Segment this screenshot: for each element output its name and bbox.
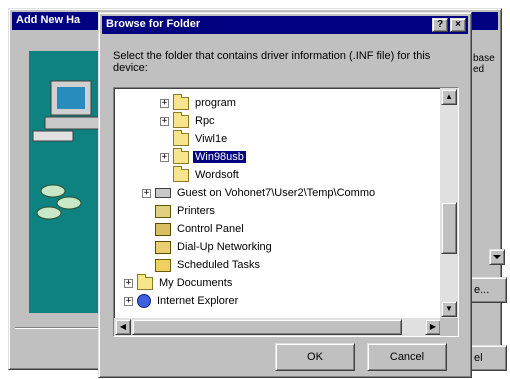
close-button[interactable]: × xyxy=(450,18,466,32)
folder-icon xyxy=(173,129,189,146)
horizontal-scrollbar[interactable]: ◀ ▶ xyxy=(114,318,442,336)
wizard-dropdown-arrow-icon[interactable] xyxy=(489,249,505,265)
vertical-scroll-thumb[interactable] xyxy=(441,202,457,254)
tree-item-label: Internet Explorer xyxy=(157,295,239,307)
horizontal-scroll-thumb[interactable] xyxy=(132,319,402,335)
network-drive-icon xyxy=(155,188,171,198)
scroll-up-icon[interactable]: ▲ xyxy=(441,89,457,105)
wizard-have-disk-button[interactable]: e... xyxy=(467,277,507,303)
tree-item-label: Guest on Vohonet7\User2\Temp\Commo xyxy=(177,187,376,199)
expand-toggle-icon[interactable]: + xyxy=(160,98,169,108)
wizard-cancel-button[interactable]: el xyxy=(467,345,507,371)
internet-explorer-icon xyxy=(137,294,151,308)
printers-icon xyxy=(155,204,171,218)
cancel-button[interactable]: Cancel xyxy=(367,343,447,371)
browse-for-folder-dialog: Browse for Folder ? × Select the folder … xyxy=(98,12,472,378)
tree-item-label: Viwl1e xyxy=(195,133,228,145)
folder-icon xyxy=(173,147,189,164)
dialup-networking-icon xyxy=(155,240,171,254)
vertical-scrollbar[interactable]: ▲ ▼ xyxy=(440,88,458,318)
scrollbar-corner xyxy=(440,318,458,336)
expand-toggle-icon[interactable]: + xyxy=(160,152,169,162)
tree-item[interactable]: Viwl1e xyxy=(160,129,229,148)
control-panel-icon xyxy=(155,222,171,236)
folder-tree-rows: + program + Rpc Viwl1e + Win98usb Wordsoft + Gues… xyxy=(116,90,440,318)
tree-item[interactable]: + My Documents xyxy=(124,273,234,292)
scroll-right-icon[interactable]: ▶ xyxy=(425,319,441,335)
tree-item-label: program xyxy=(195,97,236,109)
tree-item[interactable]: Printers xyxy=(142,202,217,220)
tree-item-label: Scheduled Tasks xyxy=(177,259,260,271)
ok-button[interactable]: OK xyxy=(275,343,355,371)
scroll-down-icon[interactable]: ▼ xyxy=(441,301,457,317)
expand-toggle-icon[interactable]: + xyxy=(124,278,133,288)
tree-item[interactable]: + Guest on Vohonet7\User2\Temp\Commo xyxy=(142,184,377,202)
tree-item-label: My Documents xyxy=(159,277,233,289)
scroll-left-icon[interactable]: ◀ xyxy=(115,319,131,335)
tree-item-label: Rpc xyxy=(195,115,215,127)
tree-item[interactable]: + Internet Explorer xyxy=(124,292,240,310)
scheduled-tasks-icon xyxy=(155,258,171,272)
tree-item[interactable]: Dial-Up Networking xyxy=(142,238,274,256)
expand-toggle-icon[interactable]: + xyxy=(142,188,151,198)
tree-item-label: Wordsoft xyxy=(195,169,239,181)
help-button[interactable]: ? xyxy=(432,18,448,32)
tree-item[interactable]: + Rpc xyxy=(160,111,217,130)
tree-item[interactable]: Control Panel xyxy=(142,220,246,238)
tree-item[interactable]: Wordsoft xyxy=(160,165,241,184)
tree-item[interactable]: + Win98usb xyxy=(160,147,247,166)
wizard-partial-text: base ed xyxy=(473,53,495,75)
dialog-titlebar: Browse for Folder ? × xyxy=(102,16,468,34)
folder-icon xyxy=(173,111,189,128)
folder-icon xyxy=(173,165,189,182)
tree-item-label: Dial-Up Networking xyxy=(177,241,272,253)
tree-item[interactable]: + program xyxy=(160,93,238,112)
expand-toggle-icon[interactable]: + xyxy=(124,296,133,306)
tree-item-label: Control Panel xyxy=(177,223,244,235)
expand-toggle-icon[interactable]: + xyxy=(160,116,169,126)
dialog-title: Browse for Folder xyxy=(106,18,201,30)
instructions-text: Select the folder that contains driver i… xyxy=(113,50,431,74)
folder-tree-view[interactable]: + program + Rpc Viwl1e + Win98usb Wordsoft + Gues… xyxy=(113,87,459,337)
tree-item[interactable]: Scheduled Tasks xyxy=(142,256,262,274)
tree-item-label: Win98usb xyxy=(192,150,247,164)
folder-icon xyxy=(173,93,189,110)
folder-icon xyxy=(137,273,153,290)
tree-item-label: Printers xyxy=(177,205,215,217)
